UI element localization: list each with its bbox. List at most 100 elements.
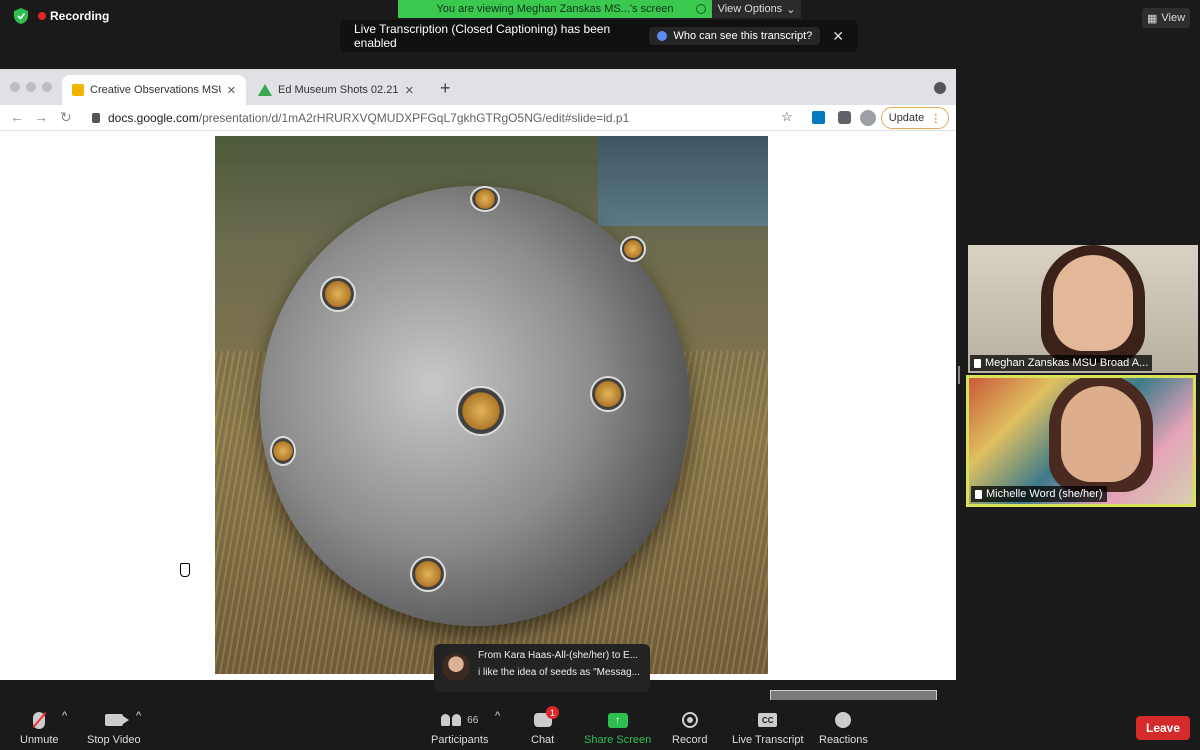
window-controls [10,82,52,92]
seed-capsule [456,386,506,436]
browser-toolbar: ← → ↻ docs.google.com/presentation/d/1mA… [0,105,956,131]
recording-label: Recording [50,9,110,23]
view-button-label: View [1161,12,1186,24]
participant-video-tile[interactable]: Meghan Zanskas MSU Broad A... [968,245,1198,373]
chevron-down-icon: ⌄ [786,3,796,16]
share-screen-button[interactable]: ↑ Share Screen [584,710,651,746]
record-dot-icon [38,12,46,20]
video-camera-icon [104,714,129,726]
stop-video-button[interactable]: Stop Video [87,710,141,746]
participants-label: Participants [431,734,489,746]
participant-name-tag: Meghan Zanskas MSU Broad A... [970,355,1153,371]
audio-options-caret[interactable]: ^ [62,710,67,722]
unmute-button[interactable]: Unmute [20,710,59,746]
chat-label: Chat [531,734,555,746]
google-slides-icon [72,84,84,96]
seed-capsule [590,376,626,412]
participants-count: 66 [467,714,479,726]
url-path: /presentation/d/1mA2rHRURXVQMUDXPFGqL7gk… [198,111,630,125]
unmute-label: Unmute [20,734,59,746]
active-speaker-video-tile[interactable]: Michelle Word (she/her) [966,375,1196,507]
viewing-screen-banner: You are viewing Meghan Zanskas MS...'s s… [398,0,712,18]
browser-tab-strip: Creative Observations MSU Br ✕ Ed Museum… [0,69,956,105]
trello-extension-icon[interactable] [812,111,825,124]
video-options-caret[interactable]: ^ [136,710,141,722]
shared-screen: Creative Observations MSU Br ✕ Ed Museum… [0,69,956,728]
extensions-puzzle-icon[interactable] [838,111,851,124]
participant-face [1053,255,1133,351]
participant-face [1061,386,1141,482]
lock-icon [92,113,100,123]
record-button[interactable]: Record [672,710,707,746]
address-bar[interactable]: docs.google.com/presentation/d/1mA2rHRUR… [86,107,806,129]
new-tab-icon[interactable]: + [440,78,451,99]
window-close-icon[interactable] [10,82,20,92]
url-text: docs.google.com/presentation/d/1mA2rHRUR… [108,111,629,125]
seed-capsule [410,556,446,592]
metal-sphere-sculpture [260,186,690,626]
chat-message-preview: i like the idea of seeds as "Messag... [478,667,640,678]
live-transcript-button[interactable]: CC Live Transcript [732,710,804,746]
forward-arrow-icon[interactable]: → [34,109,48,125]
leave-meeting-button[interactable]: Leave [1136,716,1190,740]
view-options-label: View Options [717,3,783,15]
update-label: Update [888,112,925,124]
shield-icon [14,8,28,24]
chat-notification[interactable]: From Kara Haas-All-(she/her) to E... i l… [434,644,650,692]
who-can-see-transcript-button[interactable]: Who can see this transcript? [649,27,821,45]
mouse-cursor-icon [180,563,190,577]
share-screen-label: Share Screen [584,734,652,746]
view-options-button[interactable]: View Options ⌄ [712,0,801,18]
record-label: Record [672,734,708,746]
seed-capsule [270,436,296,466]
more-menu-icon: ⋮ [930,112,942,125]
meeting-controls-bar: Unmute ^ Stop Video ^ 66 Participants ^ … [0,700,1200,750]
participant-name: Michelle Word (she/her) [986,488,1103,500]
slide-canvas [0,136,956,728]
browser-tab-ed-museum-shots[interactable]: Ed Museum Shots 02.21.21 - G ✕ [248,75,424,105]
pin-icon [975,489,982,499]
banner-status-icon [696,4,706,14]
sculpture-photo [215,136,768,674]
url-host: docs.google.com [108,111,199,125]
browser-update-button[interactable]: Update ⋮ [881,107,949,129]
seed-capsule [470,186,500,212]
tab-search-icon[interactable] [934,82,946,94]
tab-close-icon[interactable]: ✕ [227,84,236,97]
browser-tab-creative-observations[interactable]: Creative Observations MSU Br ✕ [62,75,246,105]
muted-microphone-icon [33,711,46,729]
window-maximize-icon[interactable] [42,82,52,92]
back-arrow-icon[interactable]: ← [10,109,24,125]
reactions-button[interactable]: Reactions [819,710,868,746]
who-can-see-label: Who can see this transcript? [673,30,813,42]
chat-sender: From Kara Haas-All-(she/her) to E... [478,650,639,661]
stop-video-label: Stop Video [87,734,141,746]
recording-indicator[interactable]: Recording [14,8,109,24]
share-screen-icon: ↑ [607,712,628,728]
reload-icon[interactable]: ↻ [60,109,72,126]
seed-capsule [620,236,646,262]
participant-name: Meghan Zanskas MSU Broad A... [985,357,1149,369]
record-icon [681,712,698,728]
tab-close-icon[interactable]: ✕ [405,84,414,97]
participant-name-tag: Michelle Word (she/her) [971,486,1107,502]
transcription-banner: Live Transcription (Closed Captioning) h… [340,20,858,52]
panel-resize-handle[interactable] [958,366,960,384]
tab-label: Creative Observations MSU Br [90,84,221,96]
live-transcript-label: Live Transcript [732,734,804,746]
grid-view-icon: ▦ [1146,12,1158,25]
tab-label: Ed Museum Shots 02.21.21 - G [278,84,399,96]
google-drive-icon [258,84,272,96]
view-button[interactable]: ▦ View [1142,8,1190,28]
window-minimize-icon[interactable] [26,82,36,92]
viewing-screen-text: You are viewing Meghan Zanskas MS...'s s… [436,3,674,15]
sender-avatar [442,653,470,681]
profile-avatar[interactable] [860,110,876,126]
bookmark-star-icon[interactable]: ☆ [781,109,793,125]
zoom-meeting-window: Recording You are viewing Meghan Zanskas… [0,0,1200,750]
person-info-icon [657,31,668,41]
participants-options-caret[interactable]: ^ [495,710,500,722]
participants-button[interactable]: 66 Participants [431,710,488,746]
closed-caption-icon: CC [758,713,778,727]
close-icon[interactable]: ✕ [832,28,844,45]
